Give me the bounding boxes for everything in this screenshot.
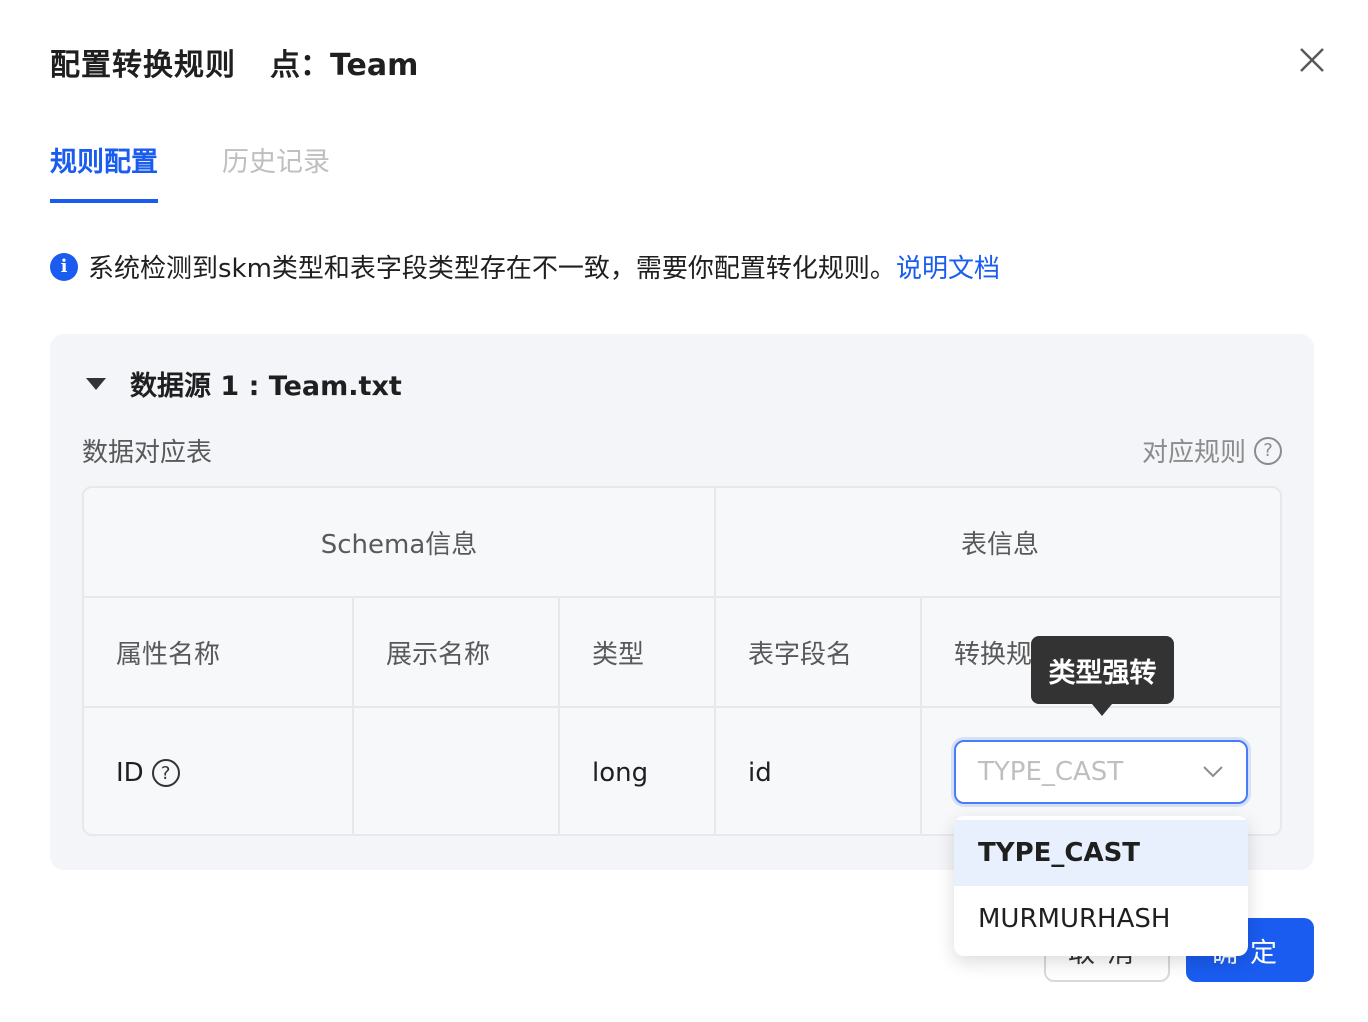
- column-header-type: 类型: [560, 598, 716, 708]
- tab-rule-config[interactable]: 规则配置: [50, 140, 158, 203]
- table-row-field: id: [716, 708, 922, 834]
- column-header-display: 展示名称: [354, 598, 560, 708]
- attr-name: ID: [116, 758, 144, 788]
- chevron-down-icon: [1203, 766, 1223, 778]
- notice-banner: i 系统检测到skm类型和表字段类型存在不一致，需要你配置转化规则。说明文档: [50, 248, 1000, 285]
- help-icon: ?: [1254, 436, 1282, 465]
- collapse-caret-icon[interactable]: [86, 377, 106, 390]
- modal-title: 配置转换规则: [50, 48, 236, 83]
- column-header-attr: 属性名称: [84, 598, 354, 708]
- dropdown-option-murmurhash[interactable]: MURMURHASH: [954, 886, 1248, 952]
- close-icon: [1300, 48, 1324, 72]
- dropdown-option-type-cast[interactable]: TYPE_CAST: [954, 820, 1248, 886]
- table-row-display: [354, 708, 560, 834]
- tab-bar: 规则配置 历史记录: [50, 140, 330, 203]
- help-icon[interactable]: ?: [151, 759, 180, 787]
- datasource-header: 数据源 1 : Team.txt: [86, 364, 402, 403]
- modal-subtitle: 点：Team: [270, 48, 419, 83]
- column-header-field: 表字段名: [716, 598, 922, 708]
- group-header-schema: Schema信息: [84, 488, 716, 598]
- group-header-table: 表信息: [716, 488, 1280, 598]
- notice-text: 系统检测到skm类型和表字段类型存在不一致，需要你配置转化规则。说明文档: [88, 254, 1000, 284]
- datasource-title: 数据源 1 : Team.txt: [130, 371, 402, 402]
- rule-select-value: TYPE_CAST: [978, 757, 1124, 787]
- table-row-attr: ID ?: [84, 708, 354, 834]
- rule-help-link[interactable]: 对应规则 ?: [1142, 432, 1282, 469]
- tab-history[interactable]: 历史记录: [222, 140, 330, 203]
- info-icon: i: [50, 252, 78, 281]
- close-button[interactable]: [1292, 40, 1332, 80]
- rule-tooltip: 类型强转: [1031, 636, 1174, 716]
- table-row-type: long: [560, 708, 716, 834]
- doc-link[interactable]: 说明文档: [896, 254, 1000, 284]
- rule-help-label: 对应规则: [1141, 438, 1246, 468]
- rule-select[interactable]: TYPE_CAST: [954, 740, 1248, 804]
- mapping-table-label: 数据对应表: [82, 438, 213, 468]
- rule-dropdown-menu: TYPE_CAST MURMURHASH: [954, 816, 1248, 956]
- config-rule-modal: 配置转换规则 点：Team 规则配置 历史记录 i 系统检测到skm类型和表字段…: [0, 0, 1368, 1022]
- modal-header: 配置转换规则 点：Team: [50, 40, 418, 84]
